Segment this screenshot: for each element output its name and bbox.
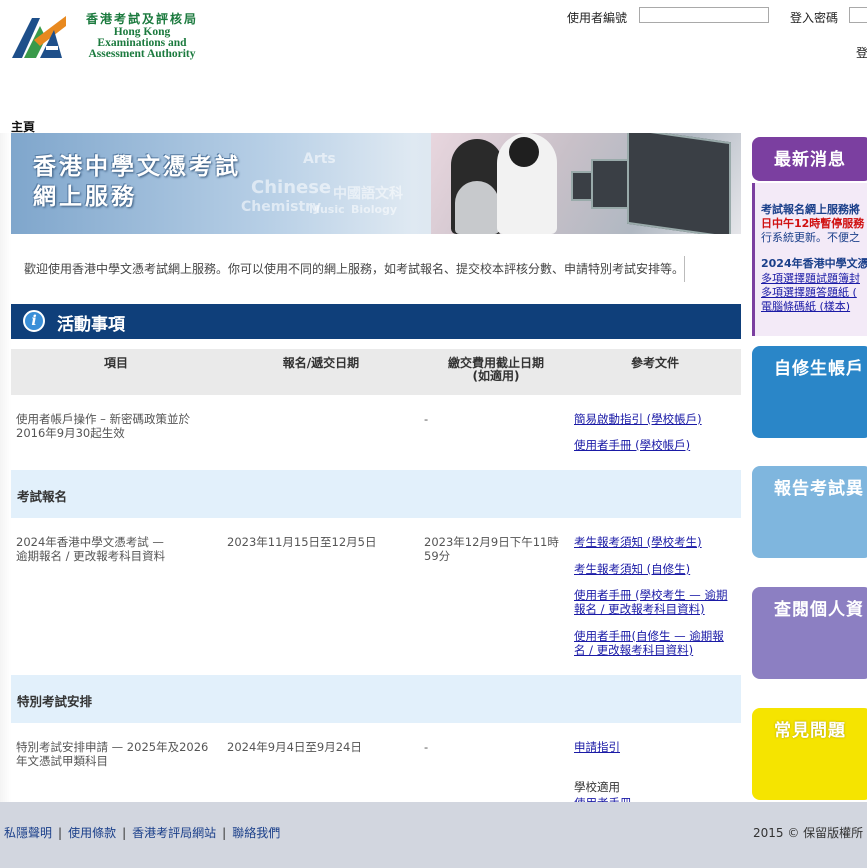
login-button[interactable]: 登	[856, 44, 867, 61]
page-footer: 私隱聲明 | 使用條款 | 香港考評局網站 | 聯絡我們 2015 © 保留版權所	[0, 802, 867, 868]
sidebar-view-personal-info[interactable]: 查閱個人資	[752, 587, 867, 679]
username-label: 使用者編號	[567, 11, 628, 25]
banner-bg-word: Biology	[351, 203, 398, 216]
sidebar-report-exam-irregularity[interactable]: 報告考試異	[752, 466, 867, 558]
table-row-item: 特別考試安排申請 — 2025年及2026 年文憑試甲類科目	[16, 740, 209, 768]
sidebar-news-title: 最新消息	[774, 150, 846, 170]
hkeaa-logo[interactable]: 香港考試及評核局 Hong Kong Examinations and Asse…	[10, 12, 210, 64]
news-item: 日中午12時暫停服務	[761, 217, 865, 230]
news-item[interactable]: 2024年香港中學文憑	[761, 257, 867, 270]
section-exam-registration: 考試報名	[11, 470, 741, 518]
news-link[interactable]: 電腦條碼紙 (樣本)	[761, 300, 850, 313]
news-item: 行系統更新。不便之	[761, 231, 860, 244]
password-input[interactable]	[849, 7, 867, 23]
footer-link-terms[interactable]: 使用條款	[68, 826, 116, 840]
footer-link-contact[interactable]: 聯絡我們	[232, 826, 280, 840]
table-row-date: 2023年11月15日至12月5日	[227, 535, 377, 549]
section-title: 考試報名	[17, 489, 68, 504]
banner-title-line1: 香港中學文憑考試	[33, 153, 241, 180]
welcome-text: 歡迎使用香港中學文憑考試網上服務。你可以使用不同的網上服務，如考試報名、提交校本…	[11, 256, 685, 282]
doc-link-candidate-notes-school[interactable]: 考生報考須知 (學校考生)	[574, 535, 702, 549]
logo-english-name-3: Assessment Authority	[88, 48, 196, 60]
col-header-fee-deadline: 繳交費用截止日期 (如適用)	[447, 356, 544, 383]
footer-link-hkeaa-site[interactable]: 香港考評局網站	[132, 826, 216, 840]
sidebar-box-label: 報告考試異	[774, 479, 864, 499]
password-label: 登入密碼	[790, 11, 839, 25]
sidebar-box-label: 常見問題	[774, 721, 846, 741]
username-input[interactable]	[639, 7, 769, 23]
news-link[interactable]: 多項選擇題試題簿封	[761, 272, 860, 285]
sidebar-faq[interactable]: 常見問題	[752, 708, 867, 800]
sidebar-box-label: 查閱個人資	[774, 600, 864, 620]
doc-link-user-manual-school[interactable]: 使用者手冊 (學校帳戶)	[574, 438, 690, 452]
doc-link-manual-late-school[interactable]: 使用者手冊 (學校考生 — 逾期 報名 / 更改報考科目資料)	[574, 588, 727, 616]
banner-bg-word: Arts	[303, 151, 336, 167]
left-gutter	[0, 133, 11, 802]
col-header-item: 項目	[103, 356, 128, 370]
banner-bg-word: 中國語文科	[333, 186, 403, 202]
sidebar-news-header[interactable]: 最新消息	[752, 137, 867, 181]
col-header-date: 報名/遞交日期	[282, 356, 360, 370]
footer-link-privacy[interactable]: 私隱聲明	[4, 826, 52, 840]
table-row-date: 2024年9月4日至9月24日	[227, 740, 362, 754]
activities-title: 活動事項	[57, 315, 125, 335]
sidebar-private-candidate-account[interactable]: 自修生帳戶	[752, 346, 867, 438]
hero-banner: Arts Chinese Chemistry 中國語文科 Music Biolo…	[11, 133, 741, 234]
sidebar-box-label: 自修生帳戶	[774, 359, 864, 379]
banner-bg-word: Music	[309, 203, 345, 216]
logo-chinese-name: 香港考試及評核局	[85, 12, 198, 26]
doc-link-application-guide[interactable]: 申請指引	[574, 740, 620, 754]
banner-bg-word: Chinese	[251, 177, 332, 198]
banner-title-line2: 網上服務	[33, 183, 137, 210]
section-title: 特別考試安排	[17, 694, 93, 709]
doc-link-candidate-notes-private[interactable]: 考生報考須知 (自修生)	[574, 562, 690, 576]
table-row-fee: -	[424, 740, 429, 754]
news-link[interactable]: 多項選擇題答題紙 (	[761, 286, 857, 299]
table-row-fee: -	[424, 412, 429, 426]
table-row-fee: 2023年12月9日下午11時 59分	[424, 535, 559, 563]
table-row-item: 使用者帳戶操作 – 新密碼政策並於 2016年9月30起生效	[16, 412, 191, 440]
news-item[interactable]: 考試報名網上服務將	[761, 203, 860, 216]
doc-link-quick-start-school[interactable]: 簡易啟動指引 (學校帳戶)	[574, 412, 702, 426]
banner-photo-students	[431, 133, 741, 234]
footer-copyright: 2015 © 保留版權所	[753, 826, 864, 840]
doc-link-manual-late-private[interactable]: 使用者手冊(自修生 — 逾期報 名 / 更改報考科目資料)	[574, 629, 724, 657]
section-special-arrangements: 特別考試安排	[11, 675, 741, 723]
activities-header: i 活動事項	[11, 304, 741, 339]
col-header-docs: 參考文件	[630, 356, 679, 370]
info-icon: i	[23, 310, 45, 332]
hkeaa-logo-icon	[12, 16, 66, 58]
activities-table-header: 項目 報名/遞交日期 繳交費用截止日期 (如適用) 參考文件	[11, 349, 741, 395]
table-row-item: 2024年香港中學文憑考試 — 逾期報名 / 更改報考科目資料	[16, 535, 166, 563]
